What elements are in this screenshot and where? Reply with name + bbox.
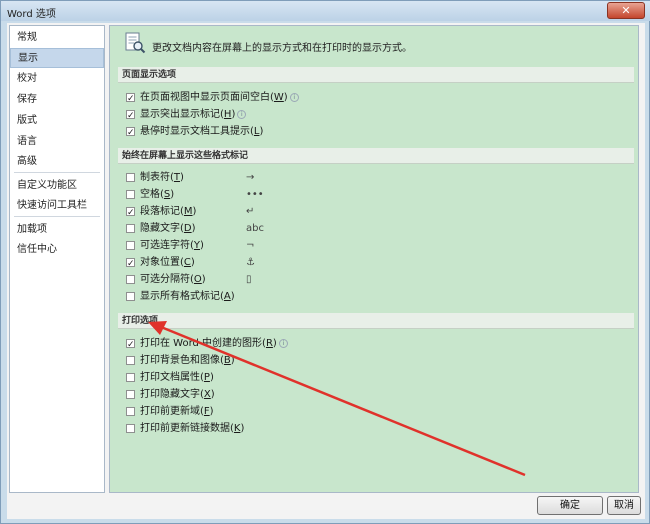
annotation-arrow bbox=[148, 321, 526, 477]
word-options-dialog: Word 选项 ✕ 常规 显示 校对 保存 版式 语言 高级 自定义功能区 快速访问工具栏 加载项… bbox=[0, 0, 650, 524]
arrow-shaft bbox=[160, 325, 526, 477]
